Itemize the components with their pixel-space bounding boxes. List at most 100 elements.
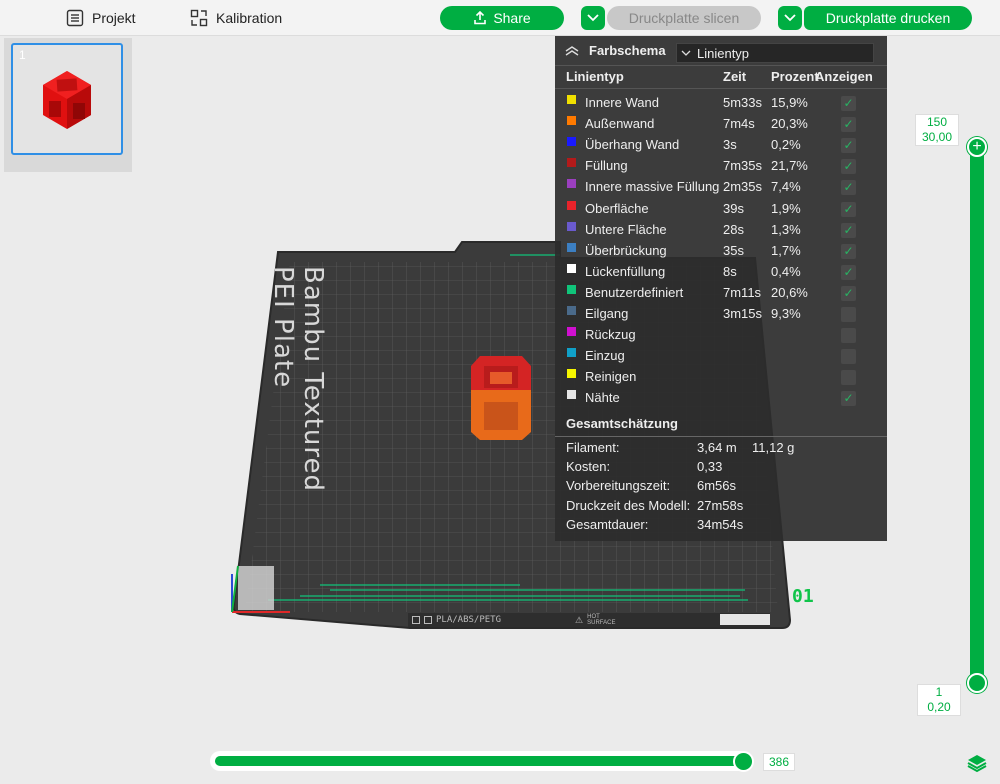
legend-row-time: 3s: [723, 137, 737, 153]
slice-plate-label: Druckplatte slicen: [628, 10, 740, 26]
color-scheme-select[interactable]: Linientyp: [676, 43, 874, 63]
column-percent: Prozent: [771, 69, 819, 84]
show-checkbox[interactable]: [841, 328, 856, 344]
list-icon: [66, 9, 84, 27]
column-linetype: Linientyp: [566, 69, 624, 84]
color-swatch: [567, 348, 576, 358]
layer-slider[interactable]: [970, 145, 984, 690]
legend-column-headers: Linientyp Zeit Prozent Anzeigen: [555, 69, 887, 89]
legend-row[interactable]: Nähte ✓: [555, 388, 887, 409]
qr-icon: [424, 616, 432, 624]
color-swatch: [567, 116, 576, 126]
legend-row-time: 7m35s: [723, 158, 763, 174]
legend-row-name: Außenwand: [585, 116, 655, 132]
legend-row-name: Lückenfüllung: [585, 263, 666, 279]
legend-row-name: Oberfläche: [585, 200, 649, 216]
legend-row[interactable]: Innere Wand 5m33s 15,9% ✓: [555, 93, 887, 114]
chevron-down-icon: [587, 14, 599, 22]
legend-row-name: Einzug: [585, 348, 625, 364]
legend-panel: Farbschema Linientyp Linientyp Zeit Proz…: [555, 36, 887, 541]
stat-value: 27m58s: [697, 497, 744, 513]
show-checkbox[interactable]: [841, 307, 856, 322]
collapse-icon[interactable]: [565, 45, 579, 56]
print-plate-label: Druckplatte drucken: [825, 10, 951, 26]
show-checkbox[interactable]: ✓: [841, 138, 856, 154]
column-show: Anzeigen: [815, 69, 873, 84]
color-scheme-title: Farbschema: [589, 43, 666, 58]
show-checkbox[interactable]: ✓: [841, 243, 856, 259]
move-slider[interactable]: [215, 756, 743, 766]
plate-name: Bambu Textured PEI Plate: [268, 266, 328, 493]
calibration-tab[interactable]: Kalibration: [190, 6, 282, 30]
project-tab[interactable]: Projekt: [66, 6, 136, 30]
show-checkbox[interactable]: [841, 370, 856, 386]
slice-plate-button[interactable]: Druckplatte slicen: [607, 6, 761, 30]
top-layer-number: 150: [926, 115, 948, 129]
print-dropdown-button[interactable]: [778, 6, 802, 30]
legend-row-time: 2m35s: [723, 179, 763, 195]
show-checkbox[interactable]: [841, 349, 856, 365]
legend-row[interactable]: Überbrückung 35s 1,7% ✓: [555, 241, 887, 262]
stat-label: Filament:: [566, 440, 620, 455]
share-button[interactable]: Share: [440, 6, 564, 30]
layers-icon[interactable]: [966, 752, 988, 774]
move-slider-value: 386: [763, 753, 795, 771]
show-checkbox[interactable]: ✓: [841, 159, 856, 175]
show-checkbox[interactable]: ✓: [841, 285, 856, 301]
stat-label: Gesamtdauer:: [566, 516, 649, 532]
plate-thumbnail[interactable]: 1: [11, 43, 123, 155]
slice-dropdown-button[interactable]: [581, 6, 605, 30]
estimate-title: Gesamtschätzung: [566, 416, 678, 431]
legend-row-name: Überbrückung: [585, 242, 667, 258]
warning-icon: ⚠: [575, 614, 584, 625]
stat-label: Vorbereitungszeit:: [566, 478, 671, 494]
color-swatch: [567, 221, 576, 231]
legend-row[interactable]: Lückenfüllung 8s 0,4% ✓: [555, 262, 887, 283]
color-swatch: [567, 158, 576, 168]
color-swatch: [567, 95, 576, 104]
legend-row-name: Eilgang: [585, 306, 629, 321]
legend-row[interactable]: Untere Fläche 28s 1,3% ✓: [555, 220, 887, 241]
stat-extra: 11,12 g: [752, 440, 795, 455]
color-swatch: [567, 263, 576, 273]
legend-row[interactable]: Einzug: [555, 346, 887, 367]
qr-icon: [412, 616, 420, 624]
show-checkbox[interactable]: ✓: [841, 222, 856, 238]
show-checkbox[interactable]: ✓: [841, 96, 856, 111]
layer-slider-top-handle[interactable]: +: [967, 137, 987, 157]
legend-row[interactable]: Innere massive Füllung 2m35s 7,4% ✓: [555, 177, 887, 198]
show-checkbox[interactable]: ✓: [841, 201, 856, 217]
legend-row[interactable]: Reinigen: [555, 367, 887, 388]
legend-row-percent: 15,9%: [771, 95, 808, 110]
legend-row-time: 7m4s: [723, 116, 755, 132]
show-checkbox[interactable]: ✓: [841, 117, 856, 133]
move-slider-handle[interactable]: [733, 751, 754, 772]
legend-row[interactable]: Überhang Wand 3s 0,2% ✓: [555, 135, 887, 156]
show-checkbox[interactable]: ✓: [841, 180, 856, 196]
legend-row[interactable]: Eilgang 3m15s 9,3%: [555, 304, 887, 325]
legend-row-name: Benutzerdefiniert: [585, 284, 684, 300]
stat-value: 0,33: [697, 459, 723, 475]
layer-slider-bottom-handle[interactable]: [967, 673, 987, 693]
print-plate-button[interactable]: Druckplatte drucken: [804, 6, 972, 30]
legend-row-name: Innere massive Füllung: [585, 179, 720, 195]
show-checkbox[interactable]: ✓: [841, 264, 856, 280]
color-swatch: [567, 284, 576, 294]
legend-row[interactable]: Rückzug: [555, 325, 887, 346]
color-swatch: [567, 369, 576, 379]
legend-row[interactable]: Benutzerdefiniert 7m11s 20,6% ✓: [555, 283, 887, 304]
show-checkbox[interactable]: ✓: [841, 391, 856, 407]
color-swatch: [567, 200, 576, 210]
legend-row-percent: 20,3%: [771, 116, 808, 132]
bottom-layer-height: 0,20: [927, 700, 951, 714]
legend-row-percent: 9,3%: [771, 306, 801, 321]
legend-row[interactable]: Oberfläche 39s 1,9% ✓: [555, 199, 887, 220]
project-tab-label: Projekt: [92, 10, 136, 26]
legend-row[interactable]: Füllung 7m35s 21,7% ✓: [555, 156, 887, 177]
top-layer-height: 30,00: [921, 130, 953, 144]
legend-row-time: 35s: [723, 242, 744, 258]
legend-row-percent: 1,9%: [771, 200, 801, 216]
estimate-stat-row: Gesamtdauer: 34m54s: [566, 517, 876, 536]
legend-row-name: Überhang Wand: [585, 137, 680, 153]
legend-row[interactable]: Außenwand 7m4s 20,3% ✓: [555, 114, 887, 135]
